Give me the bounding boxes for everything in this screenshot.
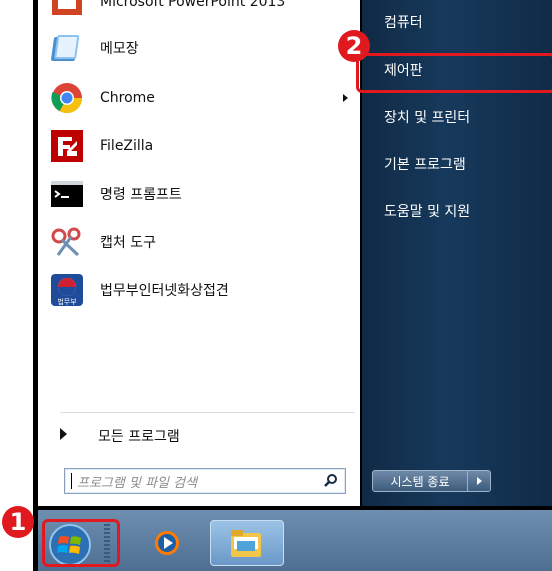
program-item-powerpoint[interactable]: Microsoft PowerPoint 2013 <box>38 0 360 20</box>
program-label: 메모장 <box>100 41 139 57</box>
chrome-icon <box>51 83 82 114</box>
program-label: 캡처 도구 <box>100 235 156 251</box>
submenu-arrow-icon[interactable] <box>343 94 348 102</box>
shutdown-group: 시스템 종료 <box>372 470 498 492</box>
right-item-computer[interactable]: 컴퓨터 <box>362 4 552 40</box>
shutdown-options-button[interactable] <box>468 470 491 492</box>
taskbar-explorer-button[interactable] <box>210 520 284 566</box>
program-list-panel: Microsoft PowerPoint 2013 메모장 Chrome Fil… <box>38 0 360 506</box>
ministry-icon-text: 법무부 <box>57 297 77 306</box>
program-item-command-prompt[interactable]: 명령 프롬프트 <box>38 174 360 214</box>
program-item-notepad[interactable]: 메모장 <box>38 28 360 68</box>
program-label: FileZilla <box>100 138 154 154</box>
filezilla-icon <box>51 130 83 162</box>
notepad-icon <box>51 35 80 61</box>
program-item-chrome[interactable]: Chrome <box>38 78 360 118</box>
taskbar-media-player-button[interactable] <box>140 520 196 564</box>
text-caret <box>71 473 72 489</box>
right-item-devices-printers[interactable]: 장치 및 프린터 <box>362 99 552 135</box>
command-prompt-icon <box>51 181 83 207</box>
right-item-label: 기본 프로그램 <box>384 157 466 173</box>
shutdown-button[interactable]: 시스템 종료 <box>372 470 468 492</box>
all-programs-button[interactable]: 모든 프로그램 <box>38 418 360 452</box>
step-2-badge: 2 <box>338 30 370 62</box>
expand-arrow-icon <box>60 428 67 440</box>
search-icon[interactable] <box>323 473 339 489</box>
right-item-default-programs[interactable]: 기본 프로그램 <box>362 146 552 182</box>
step-1-badge: 1 <box>2 506 34 538</box>
search-input[interactable]: 프로그램 및 파일 검색 <box>64 468 346 494</box>
program-label: 명령 프롬프트 <box>100 187 182 203</box>
program-label: Microsoft PowerPoint 2013 <box>100 0 286 10</box>
program-label: 법무부인터넷화상접견 <box>100 283 229 299</box>
program-label: Chrome <box>100 90 155 106</box>
right-item-label: 컴퓨터 <box>384 15 423 31</box>
right-item-help-support[interactable]: 도움말 및 지원 <box>362 193 552 229</box>
chevron-right-icon <box>476 477 482 485</box>
program-item-filezilla[interactable]: FileZilla <box>38 126 360 166</box>
divider <box>60 412 354 413</box>
all-programs-label: 모든 프로그램 <box>98 429 180 445</box>
search-placeholder: 프로그램 및 파일 검색 <box>77 476 198 491</box>
control-panel-highlight <box>356 53 552 93</box>
media-player-icon <box>155 531 179 555</box>
start-button-highlight <box>42 519 120 567</box>
right-item-label: 장치 및 프린터 <box>384 110 471 126</box>
ministry-justice-icon: 법무부 <box>51 274 83 306</box>
powerpoint-icon <box>52 0 82 15</box>
folder-icon <box>231 530 261 557</box>
right-item-label: 도움말 및 지원 <box>384 204 471 220</box>
program-item-ministry-justice[interactable]: 법무부 법무부인터넷화상접견 <box>38 270 360 310</box>
snipping-tool-icon <box>51 227 81 257</box>
program-item-snipping-tool[interactable]: 캡처 도구 <box>38 222 360 262</box>
